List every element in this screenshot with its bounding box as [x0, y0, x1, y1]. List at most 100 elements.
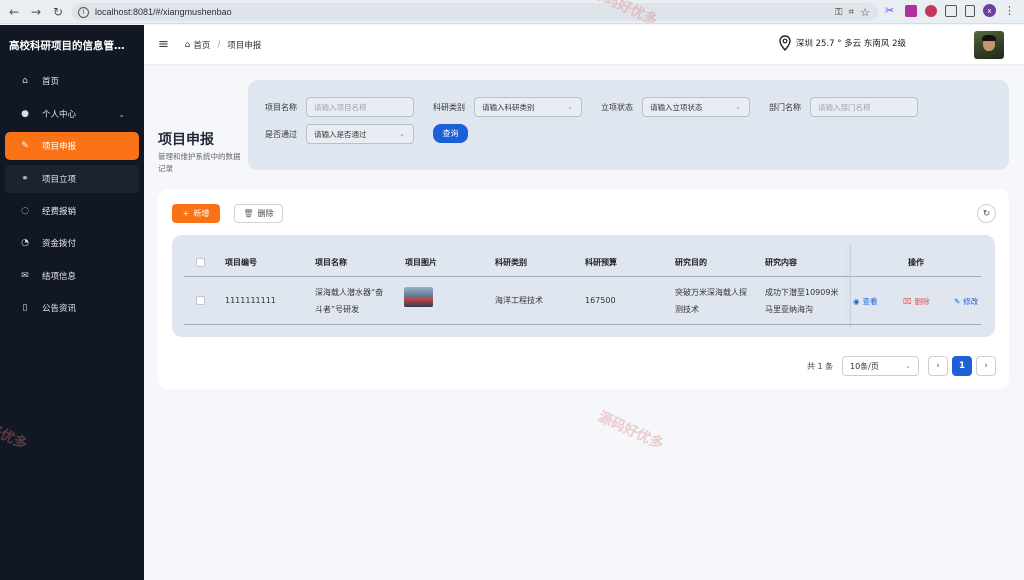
back-icon[interactable]: ←	[6, 4, 22, 20]
edit-icon: ✎	[21, 141, 29, 151]
column-header-name: 项目名称	[315, 258, 347, 267]
add-button[interactable]: + 新增	[172, 204, 220, 223]
project-name-label: 项目名称	[265, 103, 297, 112]
profile-avatar[interactable]: x	[983, 4, 996, 17]
watermark: 源码好优多	[595, 408, 666, 453]
cell-purpose-line2: 测技术	[675, 305, 699, 314]
breadcrumb: ⌂ 首页 / 项目申报	[185, 39, 261, 51]
eye-icon: ◉	[853, 297, 860, 306]
column-header-actions: 操作	[908, 258, 924, 267]
next-page-button[interactable]: ›	[976, 356, 996, 376]
breadcrumb-home[interactable]: 首页	[193, 39, 210, 51]
category-select[interactable]: 请输入科研类别 ⌄	[474, 97, 582, 117]
sidebar-item-label: 个人中心	[42, 110, 77, 120]
more-menu-icon[interactable]: ⋮	[1004, 4, 1015, 17]
department-placeholder: 请输入部门名称	[818, 102, 871, 112]
sidebar-item-fund-allocation[interactable]: ◔ 资金拨付	[5, 229, 139, 257]
refresh-icon[interactable]: ↻	[977, 204, 996, 223]
project-name-input[interactable]: 请输入项目名称	[306, 97, 414, 117]
sidebar-item-label: 项目申报	[42, 142, 77, 152]
page-title: 项目申报	[158, 132, 214, 148]
cell-category: 海洋工程技术	[495, 296, 543, 305]
approval-status-label: 立项状态	[601, 103, 633, 112]
info-icon[interactable]: i	[78, 6, 89, 18]
chevron-down-icon: ⌄	[118, 109, 125, 119]
delete-action[interactable]: ⌧ 删除	[903, 296, 930, 307]
translate-icon[interactable]: ⌗	[848, 7, 854, 18]
category-select-value: 请输入科研类别	[482, 102, 535, 112]
app-brand: 高校科研项目的信息管…	[9, 39, 125, 52]
edit-action-label: 修改	[963, 297, 979, 306]
chat-icon: ⚭	[21, 174, 29, 184]
cell-content-line1: 成功下潜至10909米	[765, 288, 839, 297]
select-all-checkbox[interactable]	[196, 258, 205, 267]
sidebar-item-project-approval[interactable]: ⚭ 项目立项	[5, 165, 139, 193]
sidebar: 高校科研项目的信息管… ⌂ 首页 ● 个人中心 ⌄ ✎ 项目申报 ⚭ 项目立项 …	[0, 25, 144, 580]
cell-budget: 167500	[585, 296, 616, 305]
department-input[interactable]: 请输入部门名称	[810, 97, 918, 117]
column-header-purpose: 研究目的	[675, 258, 707, 267]
sidebar-item-project-apply[interactable]: ✎ 项目申报	[5, 132, 139, 160]
puzzle-extensions-icon[interactable]	[945, 4, 957, 17]
sidebar-item-announcements[interactable]: ▯ 公告资讯	[5, 294, 139, 322]
forward-icon[interactable]: →	[28, 4, 44, 20]
department-label: 部门名称	[769, 103, 801, 112]
project-image-thumbnail[interactable]	[404, 287, 433, 307]
row-checkbox[interactable]	[196, 296, 205, 305]
view-action-label: 查看	[862, 297, 878, 306]
approval-status-select[interactable]: 请输入立项状态 ⌄	[642, 97, 750, 117]
mail-icon: ✉	[21, 271, 29, 281]
prev-page-button[interactable]: ‹	[928, 356, 948, 376]
sidebar-item-home[interactable]: ⌂ 首页	[5, 67, 139, 95]
bug-extension-icon[interactable]	[925, 4, 937, 17]
chevron-down-icon: ⌄	[735, 103, 741, 111]
passed-select-value: 请输入是否通过	[314, 129, 367, 139]
page-number-button[interactable]: 1	[952, 356, 972, 376]
project-name-placeholder: 请输入项目名称	[314, 102, 367, 112]
key-icon[interactable]: ⚿	[835, 7, 843, 18]
menu-toggle-icon[interactable]: ≡	[158, 37, 169, 52]
cell-name-line2: 斗者”号研发	[315, 305, 360, 314]
edit-action[interactable]: ✎ 修改	[954, 296, 978, 307]
url-text: localhost:8081/#/xiangmushenbao	[95, 7, 232, 17]
column-header-budget: 科研预算	[585, 258, 617, 267]
message-icon: ◌	[21, 206, 29, 216]
weather-widget: 深圳 25.7 ° 多云 东南风 2级	[778, 35, 906, 51]
trash-icon: 🗑	[243, 209, 254, 218]
plus-icon: +	[182, 209, 190, 218]
view-action[interactable]: ◉ 查看	[853, 296, 878, 307]
column-header-image: 项目图片	[405, 258, 437, 267]
page-subtitle: 管理和维护系统中的数据记录	[158, 152, 241, 173]
row-divider	[184, 324, 982, 325]
sidebar-item-expense-reimbursement[interactable]: ◌ 经费报销	[5, 197, 139, 225]
location-pin-icon	[779, 35, 791, 51]
chevron-down-icon: ⌄	[567, 103, 573, 111]
sidebar-item-label: 资金拨付	[42, 239, 77, 249]
breadcrumb-separator: /	[217, 39, 221, 50]
page-size-select[interactable]: 10条/页 ⌄	[842, 356, 919, 376]
sidebar-item-personal-center[interactable]: ● 个人中心 ⌄	[5, 100, 139, 128]
passed-select[interactable]: 请输入是否通过 ⌄	[306, 124, 414, 144]
bookmark-star-icon[interactable]: ☆	[860, 6, 870, 19]
sidebar-item-completion-info[interactable]: ✉ 结项信息	[5, 262, 139, 290]
add-button-label: 新增	[193, 209, 210, 218]
user-icon: ●	[21, 109, 29, 119]
chevron-down-icon: ⌄	[399, 130, 405, 138]
cell-name-line1: 深海载人潜水器“奋	[315, 288, 384, 297]
query-button[interactable]: 查询	[433, 124, 468, 143]
sidebar-item-label: 项目立项	[42, 175, 77, 185]
user-avatar[interactable]	[974, 31, 1004, 59]
download-extension-icon[interactable]	[905, 4, 917, 17]
scissors-extension-icon[interactable]: ✂	[885, 4, 897, 17]
delete-button-label: 删除	[257, 209, 274, 218]
cell-content-line2: 马里亚纳海沟	[765, 305, 813, 314]
delete-button[interactable]: 🗑 删除	[234, 204, 283, 223]
sidebar-panel-icon[interactable]	[965, 4, 975, 17]
total-count: 共 1 条	[807, 362, 834, 371]
sidebar-item-label: 公告资讯	[42, 304, 77, 314]
breadcrumb-current: 项目申报	[227, 40, 262, 51]
address-bar[interactable]: i localhost:8081/#/xiangmushenbao ⚿ ⌗ ☆	[72, 3, 878, 21]
reload-icon[interactable]: ↻	[50, 4, 66, 20]
header-divider	[184, 276, 982, 277]
browser-toolbar: ← → ↻ i localhost:8081/#/xiangmushenbao …	[0, 0, 1024, 24]
